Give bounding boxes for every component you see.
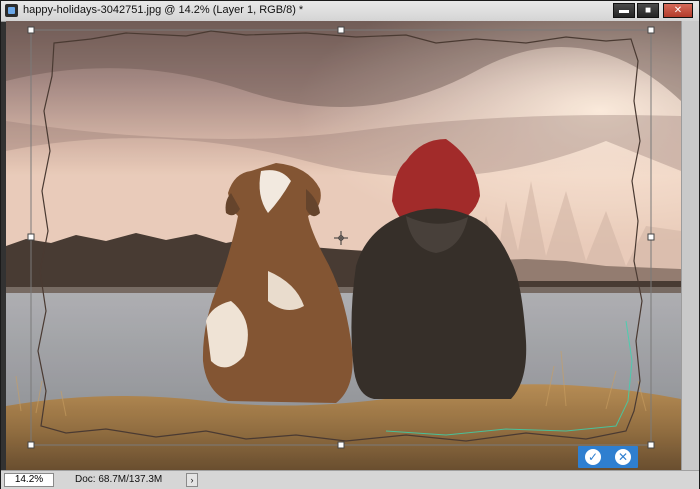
app-icon bbox=[5, 4, 18, 17]
status-menu-arrow-icon[interactable]: › bbox=[186, 473, 198, 487]
zoom-input[interactable]: 14.2% bbox=[4, 473, 54, 487]
minimize-button[interactable]: ▬ bbox=[613, 3, 635, 18]
title-bar[interactable]: happy-holidays-3042751.jpg @ 14.2% (Laye… bbox=[1, 1, 699, 22]
canvas[interactable] bbox=[6, 21, 681, 470]
document-window: happy-holidays-3042751.jpg @ 14.2% (Laye… bbox=[0, 0, 700, 489]
doc-size-info: Doc: 68.7M/137.3M bbox=[75, 474, 163, 485]
transform-confirm-bar: ✓ ✕ bbox=[578, 446, 638, 468]
cancel-transform-button[interactable]: ✕ bbox=[615, 449, 631, 465]
vertical-scrollbar[interactable] bbox=[681, 21, 699, 470]
commit-transform-button[interactable]: ✓ bbox=[585, 449, 601, 465]
photo-canvas[interactable] bbox=[6, 21, 681, 470]
status-bar: 14.2% Doc: 68.7M/137.3M › bbox=[1, 470, 699, 489]
warm-haze bbox=[6, 21, 681, 470]
maximize-button[interactable]: ■ bbox=[637, 3, 659, 18]
close-button[interactable]: ✕ bbox=[663, 3, 693, 18]
document-title: happy-holidays-3042751.jpg @ 14.2% (Laye… bbox=[23, 4, 304, 16]
